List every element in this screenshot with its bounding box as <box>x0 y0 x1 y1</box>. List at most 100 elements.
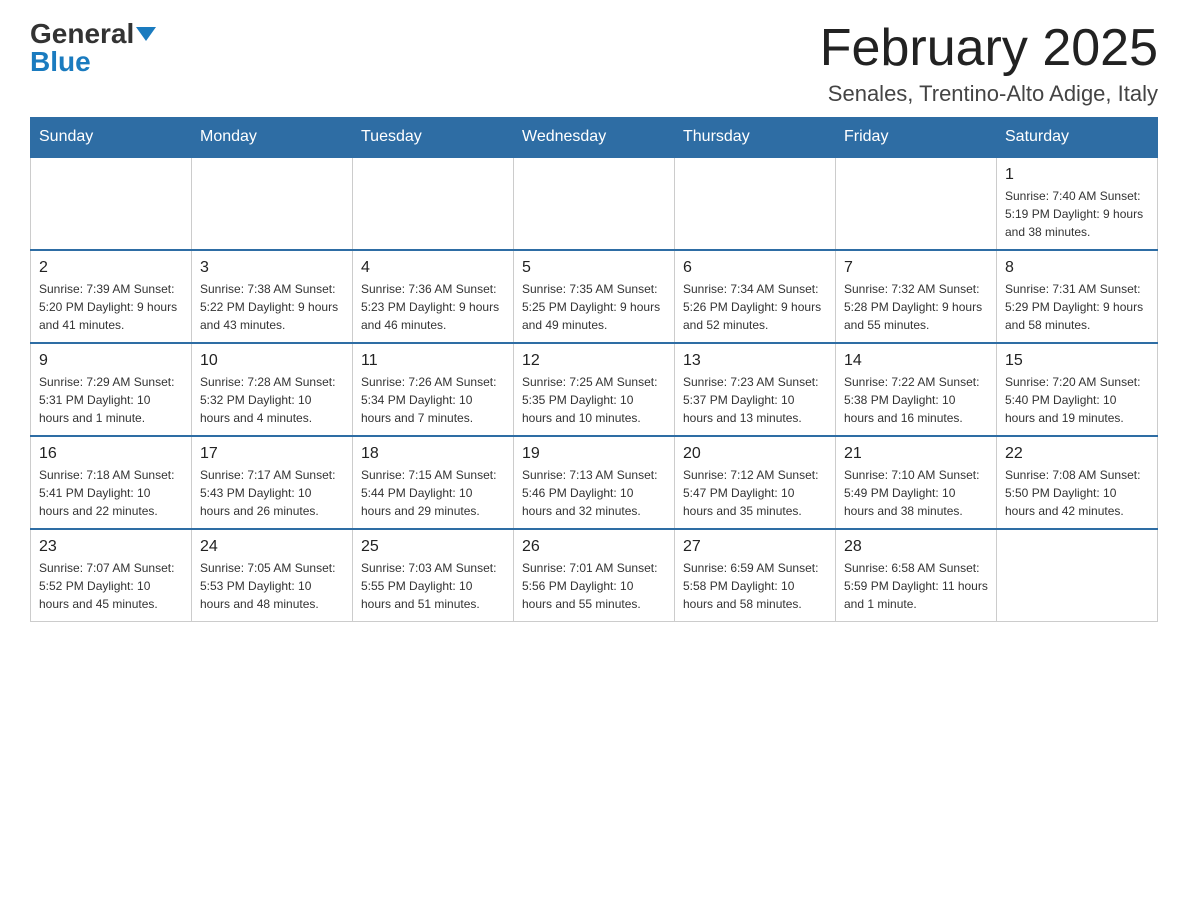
calendar-week-row: 2 Sunrise: 7:39 AM Sunset: 5:20 PM Daylig… <box>31 250 1158 343</box>
day-number: 11 <box>361 352 505 370</box>
calendar-cell: 10 Sunrise: 7:28 AM Sunset: 5:32 PM Dayli… <box>192 343 353 436</box>
calendar-cell: 27Sunrise: 6:59 AM Sunset: 5:58 PM Dayli… <box>675 529 836 622</box>
logo: General Blue <box>30 20 156 76</box>
calendar-week-row: 9 Sunrise: 7:29 AM Sunset: 5:31 PM Daylig… <box>31 343 1158 436</box>
day-number: 20 <box>683 445 827 463</box>
calendar-cell: 16 Sunrise: 7:18 AM Sunset: 5:41 PM Dayli… <box>31 436 192 529</box>
logo-blue-text: Blue <box>30 48 91 76</box>
day-info: Sunrise: 6:58 AM Sunset: 5:59 PM Dayligh… <box>844 559 988 613</box>
calendar-cell: 8 Sunrise: 7:31 AM Sunset: 5:29 PM Daylig… <box>997 250 1158 343</box>
calendar-cell: 6 Sunrise: 7:34 AM Sunset: 5:26 PM Daylig… <box>675 250 836 343</box>
day-number: 9 <box>39 352 183 370</box>
day-info: Sunrise: 7:03 AM Sunset: 5:55 PM Dayligh… <box>361 559 505 613</box>
calendar-cell: 21Sunrise: 7:10 AM Sunset: 5:49 PM Dayli… <box>836 436 997 529</box>
calendar-header-thursday: Thursday <box>675 118 836 158</box>
calendar-cell: 3 Sunrise: 7:38 AM Sunset: 5:22 PM Daylig… <box>192 250 353 343</box>
calendar-cell: 28 Sunrise: 6:58 AM Sunset: 5:59 PM Dayli… <box>836 529 997 622</box>
calendar-cell <box>31 157 192 250</box>
day-number: 24 <box>200 538 344 556</box>
calendar-header-friday: Friday <box>836 118 997 158</box>
calendar-header-sunday: Sunday <box>31 118 192 158</box>
calendar-cell <box>514 157 675 250</box>
calendar-cell: 18 Sunrise: 7:15 AM Sunset: 5:44 PM Dayli… <box>353 436 514 529</box>
calendar-cell <box>836 157 997 250</box>
day-number: 1 <box>1005 166 1149 184</box>
page-header: General Blue February 2025 Senales, Tren… <box>30 20 1158 107</box>
day-info: Sunrise: 7:25 AM Sunset: 5:35 PM Dayligh… <box>522 373 666 427</box>
day-info: Sunrise: 7:17 AM Sunset: 5:43 PM Dayligh… <box>200 466 344 520</box>
calendar-table: SundayMondayTuesdayWednesdayThursdayFrid… <box>30 117 1158 622</box>
day-info: Sunrise: 7:32 AM Sunset: 5:28 PM Dayligh… <box>844 280 988 334</box>
calendar-cell: 4 Sunrise: 7:36 AM Sunset: 5:23 PM Daylig… <box>353 250 514 343</box>
calendar-cell: 17 Sunrise: 7:17 AM Sunset: 5:43 PM Dayli… <box>192 436 353 529</box>
calendar-header-tuesday: Tuesday <box>353 118 514 158</box>
calendar-cell: 11Sunrise: 7:26 AM Sunset: 5:34 PM Dayli… <box>353 343 514 436</box>
day-info: Sunrise: 7:23 AM Sunset: 5:37 PM Dayligh… <box>683 373 827 427</box>
day-number: 6 <box>683 259 827 277</box>
day-info: Sunrise: 7:20 AM Sunset: 5:40 PM Dayligh… <box>1005 373 1149 427</box>
day-info: Sunrise: 7:15 AM Sunset: 5:44 PM Dayligh… <box>361 466 505 520</box>
day-info: Sunrise: 7:39 AM Sunset: 5:20 PM Dayligh… <box>39 280 183 334</box>
calendar-header-monday: Monday <box>192 118 353 158</box>
day-number: 7 <box>844 259 988 277</box>
day-number: 22 <box>1005 445 1149 463</box>
calendar-cell: 13 Sunrise: 7:23 AM Sunset: 5:37 PM Dayli… <box>675 343 836 436</box>
day-number: 10 <box>200 352 344 370</box>
day-number: 28 <box>844 538 988 556</box>
calendar-week-row: 23Sunrise: 7:07 AM Sunset: 5:52 PM Dayli… <box>31 529 1158 622</box>
month-title: February 2025 <box>820 20 1158 77</box>
calendar-cell: 23Sunrise: 7:07 AM Sunset: 5:52 PM Dayli… <box>31 529 192 622</box>
calendar-cell <box>192 157 353 250</box>
day-info: Sunrise: 7:31 AM Sunset: 5:29 PM Dayligh… <box>1005 280 1149 334</box>
day-number: 3 <box>200 259 344 277</box>
day-info: Sunrise: 7:22 AM Sunset: 5:38 PM Dayligh… <box>844 373 988 427</box>
logo-general-text: General <box>30 20 134 48</box>
day-info: Sunrise: 7:29 AM Sunset: 5:31 PM Dayligh… <box>39 373 183 427</box>
calendar-cell: 1 Sunrise: 7:40 AM Sunset: 5:19 PM Daylig… <box>997 157 1158 250</box>
calendar-cell: 25 Sunrise: 7:03 AM Sunset: 5:55 PM Dayli… <box>353 529 514 622</box>
day-number: 17 <box>200 445 344 463</box>
day-number: 25 <box>361 538 505 556</box>
calendar-cell: 5Sunrise: 7:35 AM Sunset: 5:25 PM Daylig… <box>514 250 675 343</box>
title-block: February 2025 Senales, Trentino-Alto Adi… <box>820 20 1158 107</box>
calendar-cell: 22 Sunrise: 7:08 AM Sunset: 5:50 PM Dayli… <box>997 436 1158 529</box>
day-number: 16 <box>39 445 183 463</box>
day-info: Sunrise: 7:40 AM Sunset: 5:19 PM Dayligh… <box>1005 187 1149 241</box>
calendar-cell: 20 Sunrise: 7:12 AM Sunset: 5:47 PM Dayli… <box>675 436 836 529</box>
day-number: 27 <box>683 538 827 556</box>
calendar-cell <box>353 157 514 250</box>
calendar-cell <box>997 529 1158 622</box>
day-number: 18 <box>361 445 505 463</box>
day-info: Sunrise: 7:36 AM Sunset: 5:23 PM Dayligh… <box>361 280 505 334</box>
day-info: Sunrise: 7:28 AM Sunset: 5:32 PM Dayligh… <box>200 373 344 427</box>
calendar-cell: 2 Sunrise: 7:39 AM Sunset: 5:20 PM Daylig… <box>31 250 192 343</box>
calendar-cell: 14 Sunrise: 7:22 AM Sunset: 5:38 PM Dayli… <box>836 343 997 436</box>
day-number: 13 <box>683 352 827 370</box>
day-info: Sunrise: 7:01 AM Sunset: 5:56 PM Dayligh… <box>522 559 666 613</box>
calendar-cell: 24 Sunrise: 7:05 AM Sunset: 5:53 PM Dayli… <box>192 529 353 622</box>
day-info: Sunrise: 7:05 AM Sunset: 5:53 PM Dayligh… <box>200 559 344 613</box>
calendar-header-wednesday: Wednesday <box>514 118 675 158</box>
calendar-week-row: 1 Sunrise: 7:40 AM Sunset: 5:19 PM Daylig… <box>31 157 1158 250</box>
day-number: 14 <box>844 352 988 370</box>
calendar-cell: 15Sunrise: 7:20 AM Sunset: 5:40 PM Dayli… <box>997 343 1158 436</box>
day-info: Sunrise: 7:38 AM Sunset: 5:22 PM Dayligh… <box>200 280 344 334</box>
day-number: 21 <box>844 445 988 463</box>
calendar-cell: 26Sunrise: 7:01 AM Sunset: 5:56 PM Dayli… <box>514 529 675 622</box>
day-info: Sunrise: 7:08 AM Sunset: 5:50 PM Dayligh… <box>1005 466 1149 520</box>
day-info: Sunrise: 7:34 AM Sunset: 5:26 PM Dayligh… <box>683 280 827 334</box>
calendar-header-saturday: Saturday <box>997 118 1158 158</box>
day-info: Sunrise: 7:13 AM Sunset: 5:46 PM Dayligh… <box>522 466 666 520</box>
location-title: Senales, Trentino-Alto Adige, Italy <box>820 81 1158 107</box>
day-number: 5 <box>522 259 666 277</box>
day-info: Sunrise: 7:07 AM Sunset: 5:52 PM Dayligh… <box>39 559 183 613</box>
calendar-cell: 7 Sunrise: 7:32 AM Sunset: 5:28 PM Daylig… <box>836 250 997 343</box>
day-info: Sunrise: 7:12 AM Sunset: 5:47 PM Dayligh… <box>683 466 827 520</box>
day-number: 4 <box>361 259 505 277</box>
day-number: 8 <box>1005 259 1149 277</box>
calendar-cell <box>675 157 836 250</box>
calendar-cell: 12Sunrise: 7:25 AM Sunset: 5:35 PM Dayli… <box>514 343 675 436</box>
day-number: 2 <box>39 259 183 277</box>
calendar-cell: 9 Sunrise: 7:29 AM Sunset: 5:31 PM Daylig… <box>31 343 192 436</box>
day-info: Sunrise: 7:18 AM Sunset: 5:41 PM Dayligh… <box>39 466 183 520</box>
